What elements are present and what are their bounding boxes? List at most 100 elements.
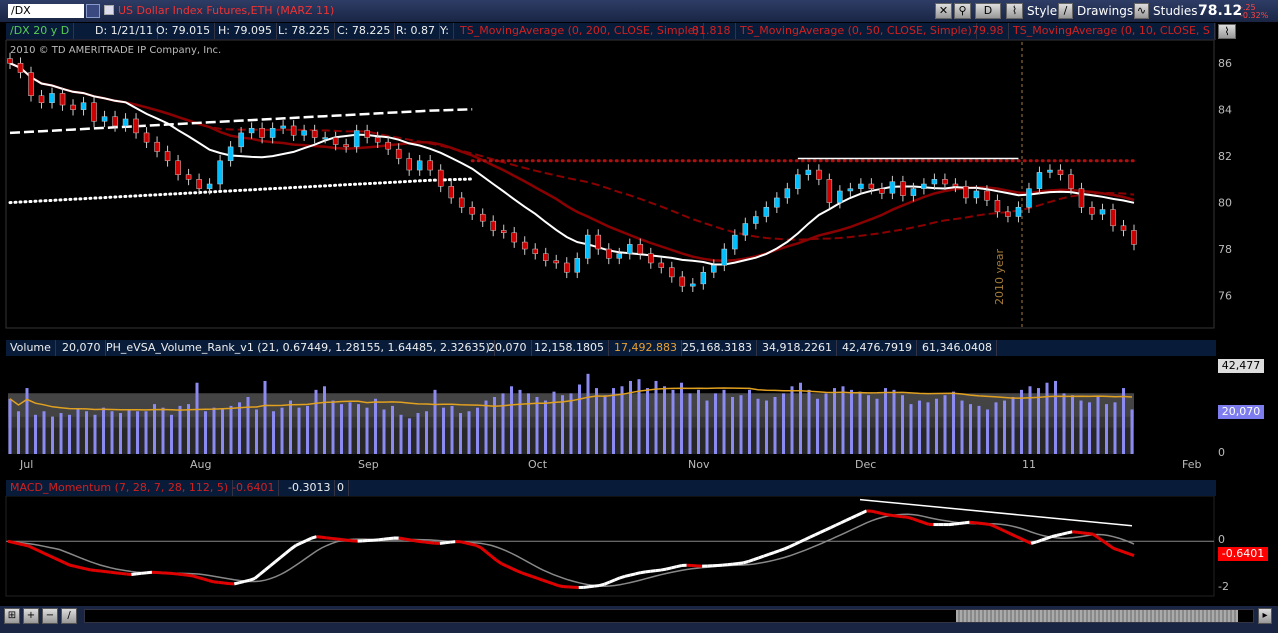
scroll-right-icon[interactable]: ▸ — [1258, 608, 1272, 624]
candle-body — [542, 253, 549, 261]
volume-bar — [459, 413, 462, 454]
candle-body — [17, 62, 24, 73]
y-label: Y: — [436, 23, 454, 39]
candle-body — [38, 95, 45, 103]
volume-bar — [527, 393, 530, 454]
macd-chart[interactable] — [0, 496, 1278, 600]
candle-body — [732, 234, 738, 250]
macd-segment — [629, 572, 636, 577]
volume-bar — [688, 393, 692, 454]
volume-bar — [467, 411, 471, 454]
macd-v3: 0 — [333, 480, 349, 496]
volume-bar — [246, 396, 250, 454]
volume-bar — [102, 407, 105, 454]
candle-body — [416, 160, 423, 171]
candle-body — [563, 262, 570, 273]
zoom-in-icon[interactable]: + — [23, 608, 39, 624]
candle-body — [196, 179, 202, 189]
candle-body — [532, 248, 538, 254]
crosshair-icon[interactable]: ✕ — [935, 3, 952, 19]
candle-body — [616, 253, 623, 259]
volume-bar — [994, 402, 998, 454]
volume-bar — [331, 400, 335, 454]
macd-segment — [984, 522, 991, 526]
chart-type-icon[interactable]: ⌇ — [1006, 3, 1023, 19]
evsa-v1: 20,070 — [484, 340, 532, 356]
macd-segment — [69, 563, 76, 568]
period-button[interactable]: D — [975, 3, 1001, 19]
macd-segment — [424, 540, 430, 545]
zoom-out-icon[interactable]: − — [42, 608, 58, 624]
macd-segment — [892, 514, 898, 518]
candle-body — [332, 137, 339, 145]
volume-bar — [892, 389, 896, 454]
zoom-icon[interactable]: ⚲ — [954, 3, 971, 19]
date-label: D: 1/21/11 — [91, 23, 159, 39]
volume-bar — [178, 405, 182, 454]
macd-segment — [974, 521, 980, 525]
volume-bar — [654, 380, 658, 454]
price-chart[interactable]: 2010 © TD AMERITRADE IP Company, Inc. 86… — [0, 40, 1278, 330]
macd-segment — [660, 567, 667, 572]
macd-segment — [655, 568, 662, 573]
drawings-icon[interactable]: / — [1058, 3, 1073, 19]
volume-bar — [858, 391, 862, 454]
volume-chart[interactable]: Jul Aug Sep Oct Nov Dec 11 Feb — [0, 356, 1278, 478]
link-checkbox[interactable] — [104, 5, 114, 15]
volume-bar — [348, 402, 352, 454]
candle-body — [1057, 169, 1064, 175]
candle-body — [70, 104, 76, 110]
candle-body — [900, 181, 906, 196]
pct-change: -0.32% — [1240, 11, 1269, 20]
volume-bar — [884, 388, 887, 454]
macd-segment — [192, 574, 199, 579]
symbol-lookup-button[interactable] — [86, 4, 100, 18]
candle-body — [826, 179, 833, 203]
studies-icon[interactable]: ∿ — [1134, 3, 1149, 19]
macd-v1: -0.6401 — [228, 480, 280, 496]
macd-segment — [1118, 548, 1125, 554]
macd-segment — [244, 578, 250, 583]
macd-segment — [23, 543, 29, 548]
volume-bar — [986, 409, 989, 454]
scrollbar-thumb[interactable] — [956, 610, 1238, 622]
macd-segment — [233, 581, 240, 586]
macd-segment — [1077, 530, 1083, 535]
macd-segment — [450, 540, 456, 544]
volume-bar — [969, 404, 972, 454]
macd-segment — [7, 539, 14, 544]
volume-bar — [790, 386, 794, 454]
drawings-menu[interactable]: Drawings — [1077, 3, 1133, 19]
macd-segment — [619, 574, 626, 580]
macd-segment — [907, 515, 914, 521]
macd-segment — [208, 579, 215, 584]
candle-body — [805, 169, 812, 175]
volume-zero-tick: 0 — [1218, 446, 1225, 459]
macd-segment — [747, 558, 755, 563]
draw-line-icon[interactable]: / — [61, 608, 77, 624]
month-label: Nov — [688, 458, 710, 471]
macd-segment — [742, 560, 749, 565]
layout-icon[interactable]: ⊞ — [4, 608, 20, 624]
volume-bar — [722, 389, 726, 454]
macd-segment — [136, 571, 142, 576]
macd-info-bar: MACD_Momentum (7, 28, 7, 28, 112, 5) -0.… — [6, 480, 1216, 496]
volume-bar — [323, 386, 326, 454]
style-menu[interactable]: Style — [1027, 3, 1057, 19]
candle-body — [553, 260, 559, 264]
macd-segment — [964, 520, 970, 525]
candle-body — [658, 262, 665, 268]
volume-bar — [663, 386, 666, 454]
candle-body — [175, 160, 181, 175]
symbol-input[interactable]: /DX — [8, 4, 84, 18]
low-label: L: 78.225 — [274, 23, 335, 39]
candle-body — [595, 234, 602, 250]
volume-bar — [901, 395, 904, 454]
studies-menu[interactable]: Studies — [1153, 3, 1198, 19]
volume-bar — [578, 384, 581, 454]
volume-bar — [93, 414, 97, 454]
candle-body — [521, 241, 528, 250]
candle-body — [28, 72, 34, 96]
candle-body — [353, 130, 360, 148]
chart-settings-icon[interactable]: ⌇ — [1218, 24, 1236, 39]
